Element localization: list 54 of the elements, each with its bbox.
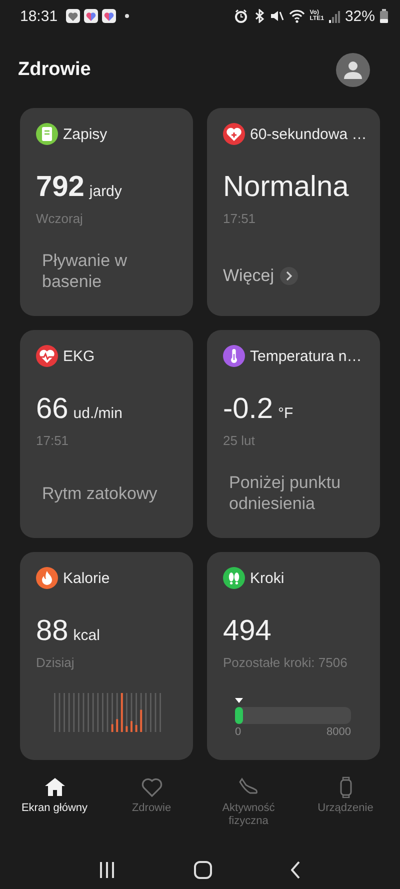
metric-subtitle: Dzisiaj — [36, 655, 76, 670]
nav-tab[interactable]: Ekran główny — [6, 770, 103, 850]
metric-card[interactable]: Temperatura n… -0.2 °F 25 lut Poniżej punktu odniesienia — [207, 330, 380, 538]
recent-apps-icon — [99, 860, 116, 878]
signal-icon — [328, 10, 340, 22]
card-title: Kalorie — [63, 570, 110, 586]
battery-icon — [380, 9, 388, 23]
alarm-icon — [234, 9, 248, 23]
metric-unit: °F — [278, 405, 294, 422]
metric-card[interactable]: Kalorie 88 kcal Dzisiaj — [20, 552, 193, 760]
metric-description: Poniżej punktu odniesienia — [228, 472, 342, 515]
metric-subtitle: 25 lut — [223, 433, 256, 448]
metric-value: 88 — [36, 615, 68, 648]
metric-unit: kcal — [73, 627, 100, 644]
page-title: Zdrowie — [18, 59, 91, 81]
metric-subtitle: 17:51 — [223, 211, 257, 226]
metric-card[interactable]: 60-sekundowa … Normalna 17:51 Więcej — [207, 108, 380, 316]
metric-value: 494 — [223, 615, 272, 648]
card-title: EKG — [63, 348, 95, 364]
metric-unit: ud./min — [73, 405, 122, 422]
range-max-label: 8000 — [326, 726, 351, 738]
metric-subtitle: Pozostałe kroki: 7506 — [223, 655, 348, 670]
metric-card[interactable]: EKG 66 ud./min 17:51 Rytm zatokowy — [20, 330, 193, 538]
person-icon — [343, 60, 363, 80]
goal-marker-icon — [235, 698, 243, 703]
mute-icon — [270, 9, 284, 23]
metric-value: -0.2 — [223, 393, 273, 426]
profile-avatar-button[interactable] — [336, 53, 370, 87]
metric-unit: jardy — [89, 183, 122, 200]
range-min-label: 0 — [235, 726, 242, 738]
metric-card[interactable]: Kroki 494 Pozostałe kroki: 7506 0 8000 — [207, 552, 380, 760]
home-square-icon — [194, 860, 212, 878]
more-link[interactable]: Więcej — [223, 266, 298, 286]
card-title: Kroki — [250, 570, 284, 586]
card-title: Zapisy — [63, 126, 108, 142]
card-title: Temperatura n… — [250, 348, 362, 364]
chevron-right-icon — [285, 271, 294, 281]
metric-subtitle: 17:51 — [36, 433, 70, 448]
dot-icon — [124, 13, 130, 19]
bluetooth-icon — [252, 9, 265, 23]
wifi-icon — [288, 9, 305, 23]
activity-description: Pływanie w basenie — [41, 250, 128, 293]
metric-value: 66 — [36, 393, 68, 426]
metric-value: 792 — [36, 171, 84, 204]
home-icon — [44, 776, 66, 798]
battery-percent: 32% — [344, 8, 375, 24]
heart-icon — [140, 776, 162, 798]
metric-description: Rytm zatokowy — [41, 482, 158, 504]
clock-time: 18:31 — [20, 8, 58, 24]
metric-subtitle: Wczoraj — [36, 211, 84, 226]
metric-card[interactable]: Zapisy 792 jardy Wczoraj Pływanie w basenie — [20, 108, 193, 316]
metric-value: Normalna — [223, 171, 349, 204]
back-icon — [290, 860, 301, 878]
card-title: 60-sekundowa … — [250, 126, 367, 142]
